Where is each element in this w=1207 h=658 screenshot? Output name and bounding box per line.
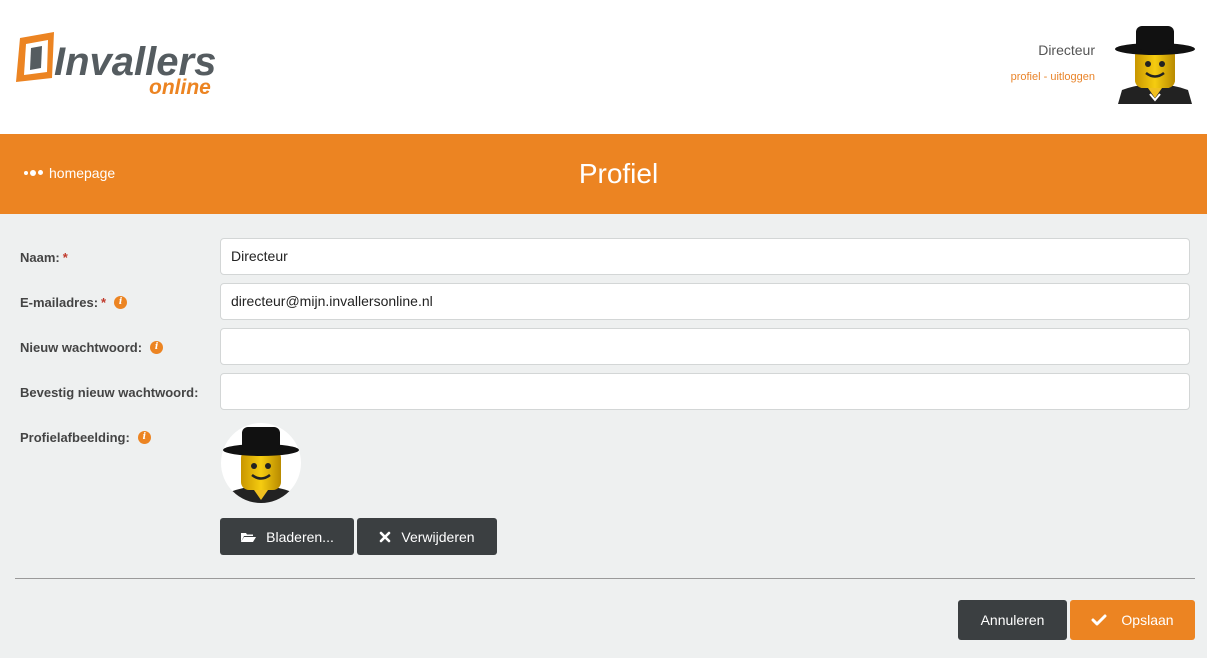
profile-link[interactable]: profiel (1011, 71, 1041, 83)
divider (15, 578, 1195, 579)
required-mark: * (62, 250, 68, 265)
top-header: Invallers online Directeur profiel - uit… (0, 0, 1207, 134)
user-info: Directeur profiel - uitloggen (1011, 42, 1095, 85)
new-password-input[interactable] (220, 328, 1190, 365)
folder-open-icon (241, 532, 257, 542)
email-input[interactable]: directeur@mijn.invallersonline.nl (220, 283, 1190, 320)
browse-button[interactable]: Bladeren... (220, 518, 354, 555)
save-button[interactable]: Opslaan (1070, 600, 1195, 640)
new-password-label: Nieuw wachtwoord: (20, 340, 143, 355)
browse-label: Bladeren... (266, 528, 334, 545)
user-name: Directeur (1038, 42, 1095, 58)
invallers-online-logo[interactable]: Invallers online (14, 30, 224, 100)
email-label-group: E-mailadres: * i (20, 295, 128, 310)
logo-sub-text: online (149, 76, 211, 99)
email-label: E-mailadres: (20, 295, 99, 310)
remove-label: Verwijderen (401, 528, 475, 545)
logout-link[interactable]: uitloggen (1050, 71, 1095, 83)
info-icon[interactable]: i (114, 296, 128, 309)
confirm-password-label: Bevestig nieuw wachtwoord: (20, 385, 199, 400)
picture-label: Profielafbeelding: (20, 430, 130, 445)
new-password-label-group: Nieuw wachtwoord: i (20, 340, 164, 355)
cancel-button[interactable]: Annuleren (958, 600, 1067, 640)
info-icon[interactable]: i (150, 341, 164, 354)
profile-picture (221, 423, 301, 503)
confirm-password-input[interactable] (220, 373, 1190, 410)
name-label-group: Naam: * (20, 250, 68, 265)
name-input[interactable]: Directeur (220, 238, 1190, 275)
link-separator: - (1043, 71, 1048, 83)
close-icon (380, 531, 391, 542)
confirm-password-label-group: Bevestig nieuw wachtwoord: (20, 385, 198, 400)
picture-label-group: Profielafbeelding: i (20, 430, 151, 445)
info-icon[interactable]: i (137, 431, 151, 444)
save-label: Opslaan (1121, 612, 1174, 628)
required-mark: * (101, 295, 107, 310)
user-links: profiel - uitloggen (1011, 71, 1095, 83)
title-bar: homepage Profiel (0, 134, 1207, 214)
page-title: Profiel (578, 158, 659, 189)
name-label: Naam: (20, 250, 60, 265)
remove-button[interactable]: Verwijderen (357, 518, 497, 555)
user-avatar[interactable] (1112, 18, 1198, 104)
checkmark-icon (1091, 614, 1107, 626)
cancel-label: Annuleren (980, 612, 1045, 628)
